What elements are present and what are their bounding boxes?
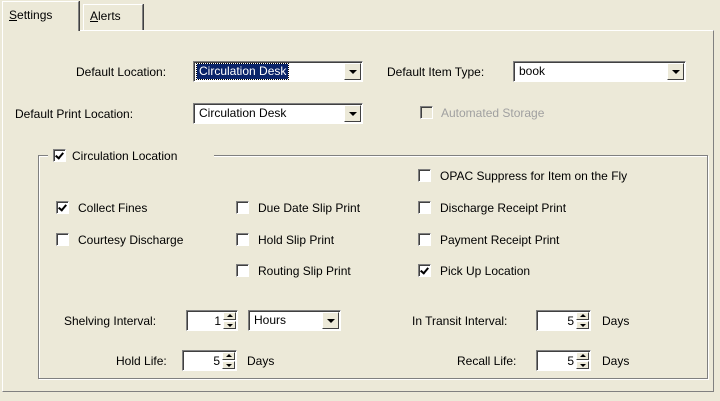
tab-settings[interactable]: Settings bbox=[2, 1, 79, 31]
automated-storage-label: Automated Storage bbox=[441, 106, 545, 120]
tab-settings-label: ettings bbox=[17, 8, 53, 22]
chevron-down-icon[interactable] bbox=[322, 312, 339, 329]
chevron-down-icon[interactable] bbox=[344, 63, 361, 80]
chevron-down-icon[interactable] bbox=[667, 63, 684, 80]
routing-slip-print-label: Routing Slip Print bbox=[258, 264, 351, 278]
shelving-interval-spinner[interactable]: 1 bbox=[186, 310, 238, 331]
spin-down-icon[interactable] bbox=[576, 321, 589, 329]
courtesy-discharge-checkbox[interactable] bbox=[56, 233, 69, 246]
tab-alerts[interactable]: Alerts bbox=[83, 4, 143, 30]
in-transit-interval-spinner[interactable]: 5 bbox=[536, 310, 591, 331]
spinner-arrows bbox=[223, 312, 236, 329]
discharge-receipt-print-label: Discharge Receipt Print bbox=[440, 201, 567, 215]
pick-up-location-checkbox[interactable] bbox=[418, 264, 431, 277]
payment-receipt-print-checkbox[interactable] bbox=[418, 233, 431, 246]
recall-life-unit: Days bbox=[602, 354, 630, 368]
discharge-receipt-print-checkbox[interactable] bbox=[418, 201, 431, 214]
spin-down-icon[interactable] bbox=[223, 321, 236, 329]
circulation-location-checkbox[interactable] bbox=[53, 149, 66, 162]
default-item-type-label: Default Item Type: bbox=[387, 65, 485, 79]
hold-slip-print-label: Hold Slip Print bbox=[258, 233, 335, 247]
payment-receipt-print-label: Payment Receipt Print bbox=[440, 233, 560, 247]
default-location-label: Default Location: bbox=[76, 65, 167, 79]
default-print-location-value: Circulation Desk bbox=[199, 106, 287, 120]
hold-slip-print-checkbox[interactable] bbox=[236, 233, 249, 246]
spinner-arrows bbox=[576, 312, 589, 329]
spin-up-icon[interactable] bbox=[223, 312, 236, 320]
default-item-type-select[interactable]: book bbox=[513, 61, 686, 82]
chevron-down-icon[interactable] bbox=[344, 105, 361, 122]
collect-fines-checkbox[interactable] bbox=[56, 201, 69, 214]
circulation-location-label: Circulation Location bbox=[72, 149, 178, 163]
tab-settings-accel: S bbox=[9, 8, 18, 22]
spinner-arrows bbox=[576, 352, 589, 369]
tab-strip: Settings Alerts bbox=[0, 0, 720, 33]
hold-life-unit: Days bbox=[247, 354, 275, 368]
pick-up-location-label: Pick Up Location bbox=[440, 264, 531, 278]
in-transit-interval-value: 5 bbox=[567, 314, 574, 328]
tab-alerts-label: lerts bbox=[98, 9, 121, 23]
default-print-location-select[interactable]: Circulation Desk bbox=[193, 103, 363, 124]
hold-life-spinner[interactable]: 5 bbox=[182, 350, 237, 371]
due-date-slip-print-label: Due Date Slip Print bbox=[258, 201, 361, 215]
spin-up-icon[interactable] bbox=[222, 352, 235, 360]
spinner-arrows bbox=[222, 352, 235, 369]
circulation-location-group bbox=[38, 155, 708, 379]
collect-fines-label: Collect Fines bbox=[78, 201, 148, 215]
spin-down-icon[interactable] bbox=[576, 361, 589, 369]
recall-life-value: 5 bbox=[567, 354, 574, 368]
recall-life-label: Recall Life: bbox=[457, 354, 517, 368]
default-location-select[interactable]: Circulation Desk bbox=[193, 61, 363, 82]
opac-suppress-checkbox[interactable] bbox=[418, 169, 431, 182]
recall-life-spinner[interactable]: 5 bbox=[536, 350, 591, 371]
spin-up-icon[interactable] bbox=[576, 312, 589, 320]
courtesy-discharge-label: Courtesy Discharge bbox=[78, 233, 184, 247]
routing-slip-print-checkbox[interactable] bbox=[236, 264, 249, 277]
hold-life-value: 5 bbox=[213, 354, 220, 368]
automated-storage-checkbox[interactable] bbox=[420, 106, 433, 119]
in-transit-interval-unit: Days bbox=[602, 314, 630, 328]
shelving-interval-label: Shelving Interval: bbox=[64, 314, 157, 328]
opac-suppress-label: OPAC Suppress for Item on the Fly bbox=[440, 169, 628, 183]
default-print-location-label: Default Print Location: bbox=[15, 107, 134, 121]
default-location-value: Circulation Desk bbox=[195, 63, 290, 80]
shelving-interval-unit-value: Hours bbox=[254, 313, 287, 327]
hold-life-label: Hold Life: bbox=[116, 354, 167, 368]
due-date-slip-print-checkbox[interactable] bbox=[236, 201, 249, 214]
in-transit-interval-label: In Transit Interval: bbox=[412, 314, 508, 328]
circulation-location-header: Circulation Location bbox=[48, 148, 214, 164]
tab-alerts-accel: A bbox=[90, 9, 99, 23]
shelving-interval-unit-select[interactable]: Hours bbox=[248, 310, 341, 331]
shelving-interval-value: 1 bbox=[214, 314, 221, 328]
spin-up-icon[interactable] bbox=[576, 352, 589, 360]
spin-down-icon[interactable] bbox=[222, 361, 235, 369]
default-item-type-value: book bbox=[519, 64, 546, 78]
